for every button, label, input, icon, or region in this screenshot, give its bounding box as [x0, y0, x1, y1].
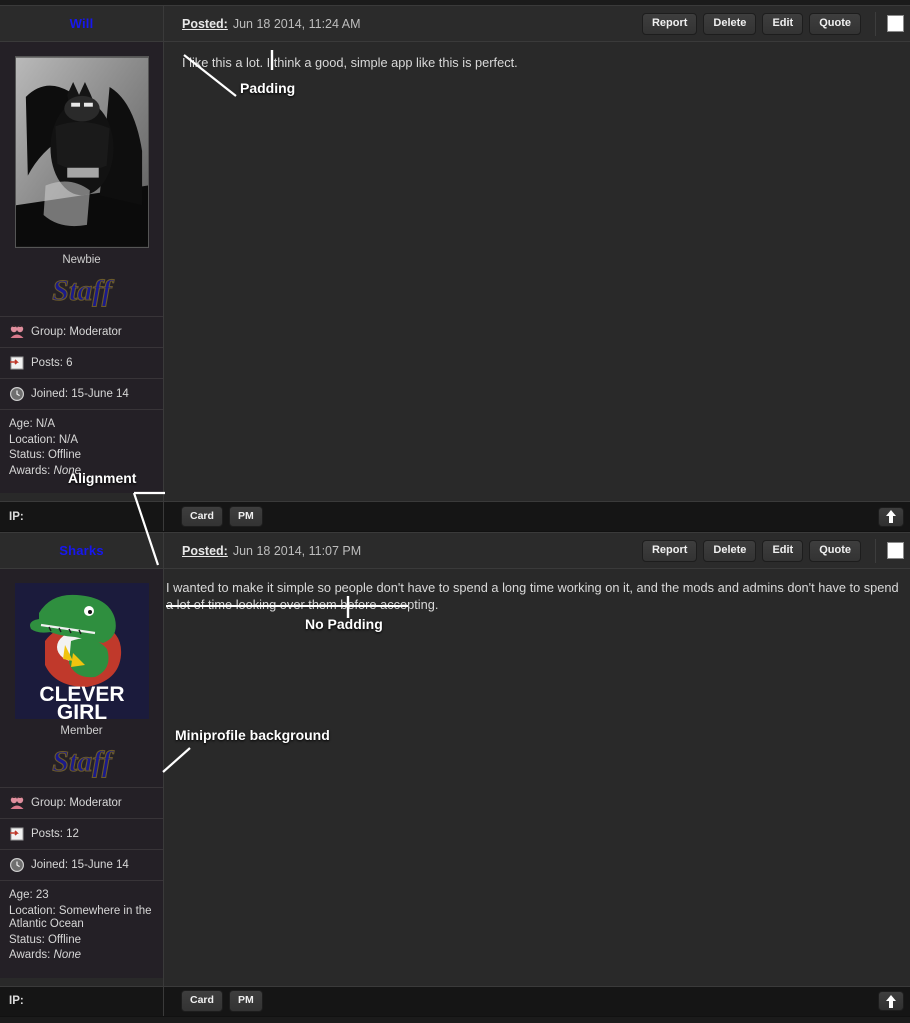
posts-row: Posts: 12: [0, 818, 163, 849]
delete-button[interactable]: Delete: [703, 12, 757, 35]
post-block: Will Posted: Jun 18 2014, 11:24 AM Repor…: [0, 5, 910, 532]
awards-label: Awards:: [9, 464, 51, 477]
quote-button[interactable]: Quote: [809, 12, 861, 35]
post-header-right: Posted: Jun 18 2014, 11:07 PM Report Del…: [164, 533, 910, 568]
divider: [875, 11, 876, 36]
ip-label: IP:: [0, 986, 164, 1016]
awards-value: None: [53, 949, 82, 961]
footer-right: Card PM: [164, 987, 910, 1016]
post-username-cell: Will: [0, 6, 164, 41]
batman-avatar: [14, 56, 149, 248]
divider: [875, 538, 876, 563]
posted-date: Jun 18 2014, 11:24 AM: [232, 16, 361, 31]
posted-wrap: Posted: Jun 18 2014, 11:24 AM: [182, 17, 361, 31]
posts-icon: [10, 356, 24, 370]
group-icon: [10, 325, 24, 338]
ip-label: IP:: [0, 502, 164, 531]
miniprofile-column: Newbie Staff Group: Moderator Posts: 6 J…: [0, 42, 164, 501]
posts-icon: [10, 827, 24, 841]
arrow-up-icon: [886, 994, 896, 1008]
miniprofile: CLEVER GIRL Member Staff Group: Moderato…: [0, 569, 163, 978]
quote-button[interactable]: Quote: [809, 539, 861, 562]
staff-badge-icon: Staff: [51, 744, 115, 778]
rank-title: Newbie: [62, 254, 101, 266]
post-block: Sharks Posted: Jun 18 2014, 11:07 PM Rep…: [0, 532, 910, 1017]
staff-badge-text: Staff: [52, 274, 114, 307]
post-select-checkbox[interactable]: [887, 542, 904, 559]
location-field: Location: N/A: [9, 433, 79, 446]
joined-row: Joined: 15-June 14: [0, 849, 163, 880]
joined-row: Joined: 15-June 14: [0, 378, 163, 409]
footer-buttons: Card PM: [181, 505, 263, 528]
clock-icon: [9, 857, 25, 873]
posts-label: Posts: 6: [31, 357, 73, 369]
posted-label: Posted:: [182, 543, 228, 558]
card-button[interactable]: Card: [181, 990, 223, 1012]
clock-icon: [9, 386, 25, 402]
post-username-cell: Sharks: [0, 533, 164, 568]
post-header: Will Posted: Jun 18 2014, 11:24 AM Repor…: [0, 6, 910, 42]
miniprofile-column: CLEVER GIRL Member Staff Group: Moderato…: [0, 569, 164, 986]
location-field: Location: Somewhere in the Atlantic Ocea…: [9, 904, 152, 931]
miniprofile-fields: Age: N/A Location: N/A Status: Offline A…: [0, 409, 163, 483]
miniprofile-fields: Age: 23 Location: Somewhere in the Atlan…: [0, 880, 163, 968]
scroll-to-top-button[interactable]: [878, 991, 904, 1011]
post-footer: IP: Card PM: [0, 985, 910, 1016]
post-username[interactable]: Will: [70, 16, 94, 31]
edit-button[interactable]: Edit: [762, 12, 804, 35]
post-actions: Report Delete Edit Quote: [641, 538, 904, 563]
joined-label: Joined: 15-June 14: [31, 388, 129, 400]
report-button[interactable]: Report: [641, 539, 698, 562]
group-label: Group: Moderator: [31, 326, 122, 338]
report-button[interactable]: Report: [641, 12, 698, 35]
clever-girl-dinosaur-avatar: CLEVER GIRL: [14, 583, 149, 719]
awards-label: Awards:: [9, 949, 51, 961]
avatar-caption-line2: GIRL: [56, 701, 106, 719]
edit-button[interactable]: Edit: [762, 539, 804, 562]
group-label: Group: Moderator: [31, 797, 122, 809]
rank-title: Member: [60, 725, 103, 737]
age-field: Age: 23: [9, 889, 49, 901]
card-button[interactable]: Card: [181, 505, 223, 528]
arrow-up-icon: [886, 510, 896, 523]
status-field: Status: Offline: [9, 933, 82, 946]
posted-label: Posted:: [182, 16, 228, 31]
scroll-to-top-button[interactable]: [878, 506, 904, 527]
age-field: Age: N/A: [9, 418, 56, 430]
post-body-row: CLEVER GIRL Member Staff Group: Moderato…: [0, 569, 910, 986]
status-field: Status: Offline: [9, 449, 82, 461]
group-icon: [10, 796, 24, 809]
pm-button[interactable]: PM: [228, 505, 263, 528]
awards-field: Awards: None: [9, 948, 155, 964]
forum-post-page: Will Posted: Jun 18 2014, 11:24 AM Repor…: [0, 0, 910, 1023]
post-header-right: Posted: Jun 18 2014, 11:24 AM Report Del…: [164, 6, 910, 41]
post-header: Sharks Posted: Jun 18 2014, 11:07 PM Rep…: [0, 533, 910, 569]
posted-wrap: Posted: Jun 18 2014, 11:07 PM: [182, 544, 361, 558]
pm-button[interactable]: PM: [228, 990, 263, 1012]
staff-badge-text: Staff: [52, 745, 114, 778]
footer-right: Card PM: [164, 502, 910, 531]
post-select-checkbox[interactable]: [887, 15, 904, 32]
post-username[interactable]: Sharks: [59, 543, 104, 558]
group-row: Group: Moderator: [0, 316, 163, 347]
group-row: Group: Moderator: [0, 787, 163, 818]
delete-button[interactable]: Delete: [703, 539, 757, 562]
miniprofile: Newbie Staff Group: Moderator Posts: 6 J…: [0, 42, 163, 493]
awards-field: Awards: None: [9, 464, 155, 480]
staff-badge-icon: Staff: [51, 273, 115, 307]
posts-label: Posts: 12: [31, 828, 79, 840]
joined-label: Joined: 15-June 14: [31, 859, 129, 871]
posted-date: Jun 18 2014, 11:07 PM: [232, 543, 362, 558]
post-content: I like this a lot. I think a good, simpl…: [182, 55, 518, 70]
awards-value: None: [53, 464, 82, 477]
post-actions: Report Delete Edit Quote: [641, 11, 904, 36]
footer-buttons: Card PM: [181, 990, 263, 1012]
posts-row: Posts: 6: [0, 347, 163, 378]
post-footer: IP: Card PM: [0, 501, 910, 531]
post-content: I wanted to make it simple so people don…: [166, 580, 899, 612]
post-body-row: Newbie Staff Group: Moderator Posts: 6 J…: [0, 42, 910, 501]
